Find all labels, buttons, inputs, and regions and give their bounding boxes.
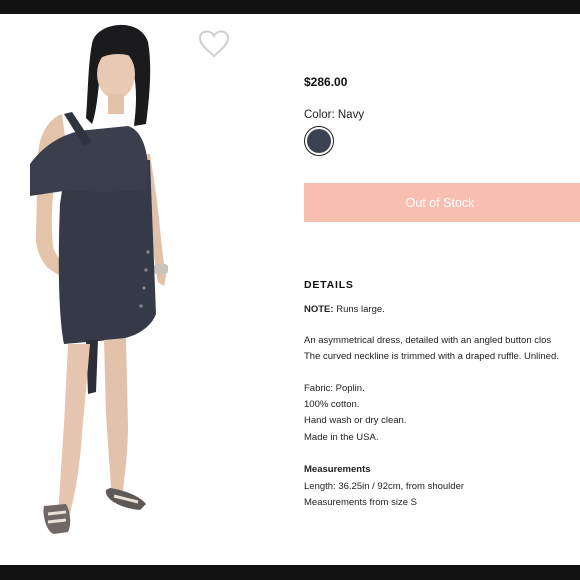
- note-text: Runs large.: [333, 304, 385, 315]
- fabric-text: Fabric: Poplin.: [304, 383, 365, 394]
- product-price: $286.00: [304, 75, 348, 89]
- origin-text: Made in the USA.: [304, 432, 379, 443]
- color-label: Color: Navy: [304, 109, 365, 121]
- size-note-text: Measurements from size S: [304, 497, 417, 508]
- product-page: $286.00 Color: Navy Out of Stock DETAILS…: [0, 14, 580, 565]
- measurements-heading: Measurements: [304, 464, 371, 475]
- swatch-fill: [307, 129, 331, 153]
- wishlist-heart-icon[interactable]: [198, 30, 230, 58]
- details-heading: DETAILS: [304, 279, 354, 291]
- color-swatch-navy[interactable]: [304, 126, 334, 156]
- description-line-1: An asymmetrical dress, detailed with an …: [304, 335, 552, 346]
- note-line: NOTE: Runs large.: [304, 304, 385, 315]
- content-text: 100% cotton.: [304, 399, 360, 410]
- length-text: Length: 36.25in / 92cm, from shoulder: [304, 481, 465, 492]
- out-of-stock-button[interactable]: Out of Stock: [304, 183, 580, 222]
- note-label: NOTE:: [304, 304, 334, 315]
- product-photo: [0, 14, 290, 565]
- description-line-2: The curved neckline is trimmed with a dr…: [304, 351, 559, 362]
- care-text: Hand wash or dry clean.: [304, 415, 407, 426]
